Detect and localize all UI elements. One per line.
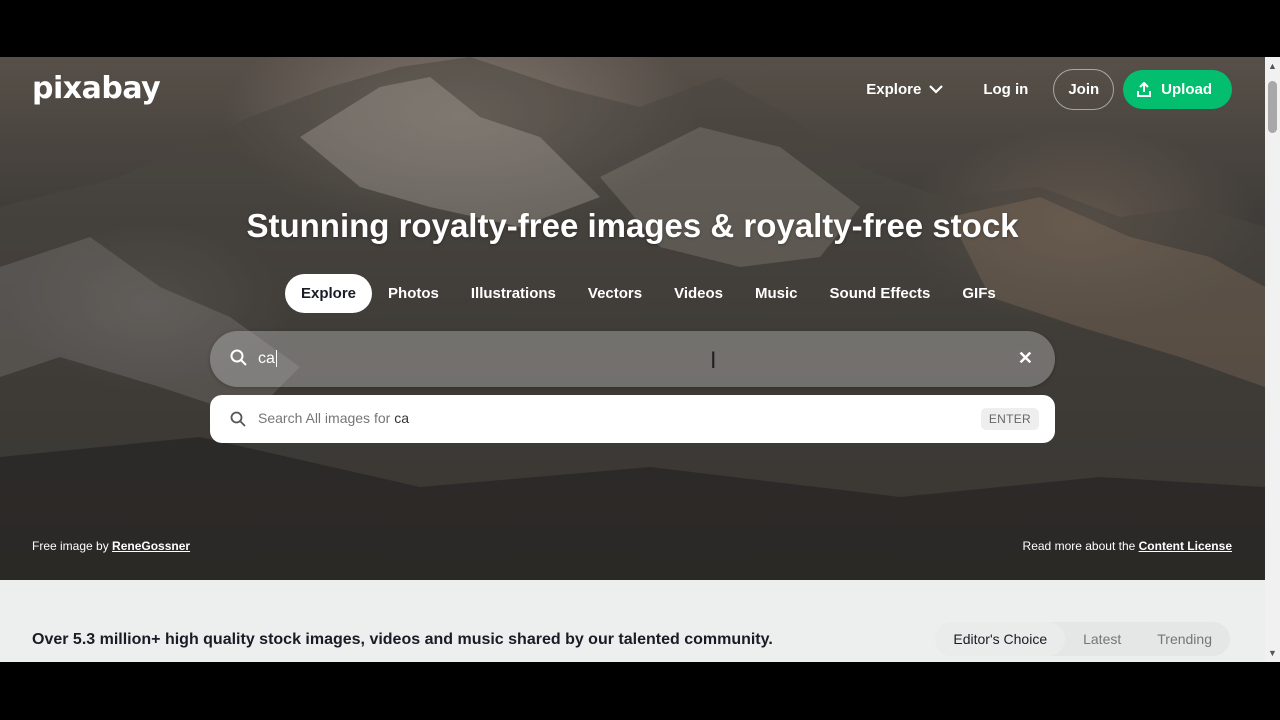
upload-icon bbox=[1137, 82, 1152, 97]
filter-latest[interactable]: Latest bbox=[1065, 622, 1139, 656]
content-license-link[interactable]: Content License bbox=[1139, 539, 1232, 553]
tab-videos[interactable]: Videos bbox=[658, 274, 739, 313]
author-link[interactable]: ReneGossner bbox=[112, 539, 190, 553]
search-icon bbox=[230, 411, 246, 427]
hero-headline: Stunning royalty-free images & royalty-f… bbox=[246, 207, 1019, 244]
image-credit: Free image by ReneGossner bbox=[32, 539, 191, 553]
login-link[interactable]: Log in bbox=[983, 81, 1028, 98]
sort-filters: Editor's Choice Latest Trending bbox=[935, 622, 1230, 656]
search-input[interactable]: ca I ✕ bbox=[210, 331, 1055, 387]
text-caret bbox=[275, 350, 277, 368]
search-suggestion[interactable]: Search All images for ca ENTER bbox=[210, 395, 1055, 443]
chevron-down-icon bbox=[929, 85, 944, 94]
hero-section: pixabay Explore Log in Join Upload Stunn… bbox=[0, 57, 1265, 580]
suggestion-text: Search All images for ca bbox=[258, 410, 409, 426]
tab-illustrations[interactable]: Illustrations bbox=[455, 274, 572, 313]
tab-music[interactable]: Music bbox=[739, 274, 814, 313]
upload-button[interactable]: Upload bbox=[1123, 70, 1232, 109]
top-navigation: Explore Log in Join Upload bbox=[866, 69, 1232, 110]
community-tagline: Over 5.3 million+ high quality stock ima… bbox=[32, 631, 773, 648]
tab-vectors[interactable]: Vectors bbox=[572, 274, 658, 313]
browser-viewport: pixabay Explore Log in Join Upload Stunn… bbox=[0, 57, 1280, 662]
scroll-up-arrow-icon[interactable]: ▲ bbox=[1268, 61, 1277, 71]
search-input-value: ca bbox=[258, 350, 277, 368]
upload-button-label: Upload bbox=[1161, 81, 1212, 98]
hero-overlay bbox=[0, 57, 1265, 580]
license-note: Read more about the Content License bbox=[1022, 539, 1232, 553]
tab-sound-effects[interactable]: Sound Effects bbox=[814, 274, 947, 313]
enter-key-hint: ENTER bbox=[980, 408, 1039, 430]
clear-search-button[interactable]: ✕ bbox=[1018, 348, 1033, 369]
page-scrollbar[interactable]: ▲ ▼ bbox=[1265, 57, 1280, 662]
pixabay-logo[interactable]: pixabay bbox=[32, 71, 161, 106]
explore-menu[interactable]: Explore bbox=[866, 81, 944, 98]
content-section: Over 5.3 million+ high quality stock ima… bbox=[0, 580, 1265, 662]
filter-editors-choice[interactable]: Editor's Choice bbox=[935, 622, 1066, 656]
filter-trending[interactable]: Trending bbox=[1139, 622, 1230, 656]
tab-photos[interactable]: Photos bbox=[372, 274, 455, 313]
join-button[interactable]: Join bbox=[1053, 69, 1115, 110]
media-type-tabs: Explore Photos Illustrations Vectors Vid… bbox=[285, 274, 1012, 313]
tab-gifs[interactable]: GIFs bbox=[946, 274, 1011, 313]
scroll-down-arrow-icon[interactable]: ▼ bbox=[1268, 648, 1277, 658]
tab-explore[interactable]: Explore bbox=[285, 274, 373, 313]
text-cursor-icon: I bbox=[710, 349, 717, 374]
scrollbar-thumb[interactable] bbox=[1268, 81, 1277, 133]
explore-menu-label: Explore bbox=[866, 81, 922, 98]
search-icon bbox=[230, 349, 247, 366]
